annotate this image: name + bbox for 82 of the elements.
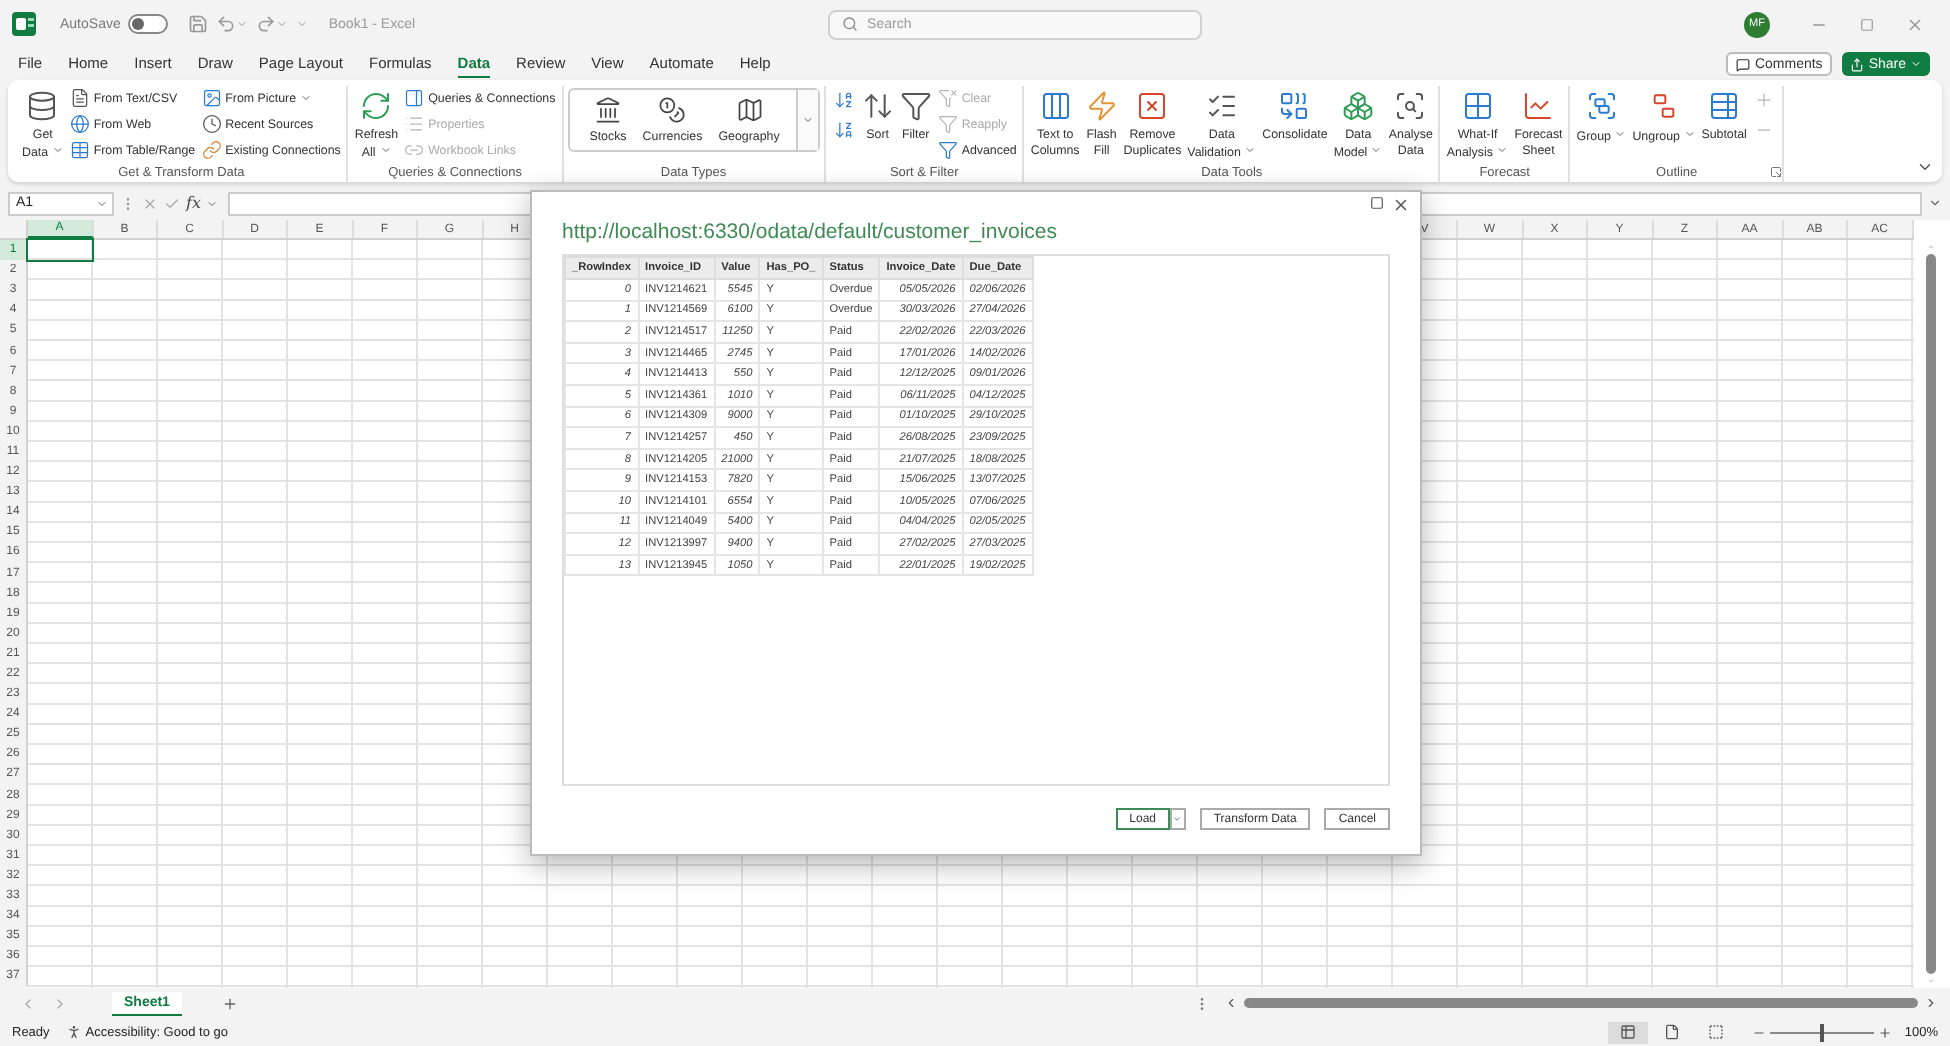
grid-icon	[1461, 89, 1494, 121]
coins-icon	[658, 96, 687, 124]
maximize-icon[interactable]	[1370, 196, 1384, 210]
caret-icon	[96, 197, 108, 209]
dashed-page-icon	[1708, 1024, 1725, 1040]
refresh-icon	[360, 89, 393, 121]
save-icon	[188, 14, 209, 34]
caret-icon	[300, 92, 313, 104]
caret-icon	[379, 143, 392, 155]
insert-function-button[interactable]: fx	[186, 194, 201, 212]
caret-icon	[1172, 814, 1183, 824]
redo-icon	[256, 14, 277, 34]
app-logo	[12, 12, 36, 36]
combine-icon	[1278, 89, 1311, 121]
magnifier-icon	[1394, 89, 1427, 121]
clear-filter-icon	[937, 88, 958, 108]
undo-icon	[216, 14, 237, 34]
chevron-icon	[1916, 158, 1934, 176]
caret-icon	[1910, 58, 1922, 70]
map-icon	[735, 96, 764, 124]
sort-descending-icon	[833, 120, 854, 140]
enter-icon[interactable]	[164, 195, 180, 211]
page-icon	[1664, 1024, 1681, 1040]
autosave-toggle[interactable]	[128, 14, 169, 34]
sort-icon	[861, 89, 894, 121]
collapse-ribbon-button[interactable]	[1916, 158, 1934, 176]
caret-icon	[206, 197, 219, 209]
accessibility-icon	[65, 1024, 82, 1040]
caret-icon	[1928, 196, 1942, 210]
caret-icon	[1496, 143, 1509, 155]
caret-icon	[1614, 128, 1627, 140]
scroll-thumb[interactable]	[1926, 254, 1937, 974]
bank-icon	[593, 96, 622, 124]
gallery-scroll-button[interactable]	[795, 90, 818, 150]
group-icon	[1585, 89, 1618, 121]
list-icon	[404, 114, 425, 134]
lightning-icon	[1085, 89, 1118, 121]
filter-icon	[937, 114, 958, 134]
active-cell[interactable]	[26, 238, 94, 262]
dialog-launcher-icon[interactable]	[1770, 166, 1783, 178]
columns-icon	[1039, 89, 1072, 121]
close-icon	[1905, 15, 1923, 33]
clock-icon	[201, 114, 222, 134]
caret-icon	[51, 143, 64, 155]
filter-icon	[937, 140, 958, 160]
dialog-title: http://localhost:6330/odata/default/customer_invoices	[562, 220, 1059, 248]
share-icon	[1850, 57, 1865, 71]
comment-icon	[1736, 57, 1751, 71]
sort-ascending-icon	[833, 90, 854, 110]
caret-icon	[236, 18, 249, 30]
caret-icon	[801, 114, 814, 126]
caret-icon	[1370, 143, 1383, 155]
search-icon	[841, 16, 858, 32]
horizontal-scroll-thumb[interactable]	[1244, 998, 1918, 1008]
remove-icon	[1136, 89, 1169, 121]
globe-icon	[69, 114, 90, 134]
next-sheet-icon[interactable]	[52, 995, 68, 1011]
image-icon	[201, 88, 222, 108]
table-icon	[69, 140, 90, 160]
zoom-in-icon[interactable]	[1878, 1025, 1893, 1039]
line-chart-icon	[1522, 89, 1555, 121]
zoom-thumb[interactable]	[1820, 1023, 1825, 1041]
link-icon	[201, 140, 222, 160]
cancel-icon[interactable]	[142, 195, 158, 211]
table-icon	[1708, 89, 1741, 121]
scroll-right-icon[interactable]	[1924, 996, 1938, 1010]
normal-view-button[interactable]	[1608, 1021, 1649, 1043]
link-icon	[404, 140, 425, 160]
maximize-icon	[1859, 17, 1873, 31]
close-icon[interactable]	[1392, 196, 1410, 214]
filter-icon	[899, 89, 932, 121]
add-sheet-icon[interactable]	[221, 995, 238, 1011]
document-icon	[69, 88, 90, 108]
scroll-left-icon[interactable]	[1224, 996, 1238, 1010]
plus-icon	[1754, 90, 1775, 110]
caret-icon	[1244, 143, 1257, 155]
grid-icon	[1620, 1024, 1637, 1040]
cubes-icon	[1342, 89, 1375, 121]
database-icon	[26, 89, 59, 121]
previous-sheet-icon[interactable]	[20, 995, 36, 1011]
caret-icon	[1683, 128, 1696, 140]
panel-icon	[404, 88, 425, 108]
